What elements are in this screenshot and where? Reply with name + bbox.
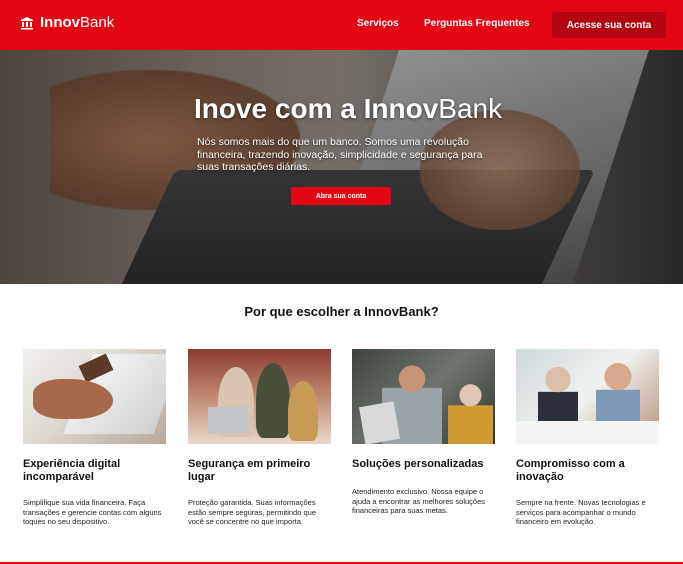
- card-title: Segurança em primeiro lugar: [188, 458, 311, 483]
- card-image-advisor: [352, 349, 495, 444]
- card-text: Atendimento exclusivo. Nossa equipe o aj…: [352, 487, 485, 515]
- hero-description: Nós somos mais do que um banco. Somos um…: [197, 136, 483, 173]
- card-text: Proteção garantida. Suas informações est…: [188, 498, 316, 526]
- feature-card: Experiência digital incomparável Simplif…: [23, 349, 166, 527]
- feature-card: Segurança em primeiro lugar Proteção gar…: [188, 349, 331, 527]
- card-image-meeting: [516, 349, 659, 444]
- card-title: Experiência digital incomparável: [23, 458, 121, 483]
- hero-title-light: Bank: [438, 93, 503, 124]
- hero-section: Inove com a InnovBank Nós somos mais do …: [0, 50, 683, 284]
- card-image-family: [188, 349, 331, 444]
- card-text: Simplifique sua vida financeira. Faça tr…: [23, 498, 162, 526]
- hero-title: Inove com a InnovBank: [194, 93, 502, 125]
- feature-card: Compromisso com a inovação Sempre na fre…: [516, 349, 659, 527]
- bank-icon: [21, 16, 33, 29]
- section-title: Por que escolher a InnovBank?: [244, 304, 439, 319]
- card-image-laptop-card: [23, 349, 166, 444]
- hero-title-bold: Innov: [363, 93, 439, 124]
- card-text: Sempre na frente. Novas tecnologias e se…: [516, 498, 646, 526]
- nav-link-perguntas-frequentes[interactable]: Perguntas Frequentes: [424, 18, 530, 29]
- feature-card: Soluções personalizadas Atendimento excl…: [352, 349, 495, 516]
- access-account-button[interactable]: Acesse sua conta: [552, 12, 666, 38]
- brand-name-bold: Innov: [40, 14, 80, 31]
- brand-name-light: Bank: [80, 14, 115, 31]
- brand-logo[interactable]: Innov Bank: [20, 14, 114, 31]
- card-title: Compromisso com a inovação: [516, 458, 625, 483]
- card-title: Soluções personalizadas: [352, 458, 484, 470]
- top-header: Innov Bank Serviços Perguntas Frequentes …: [0, 0, 683, 50]
- open-account-button[interactable]: Abra sua conta: [291, 187, 391, 205]
- hero-title-prefix: Inove com a: [194, 93, 364, 124]
- nav-link-servicos[interactable]: Serviços: [357, 18, 399, 29]
